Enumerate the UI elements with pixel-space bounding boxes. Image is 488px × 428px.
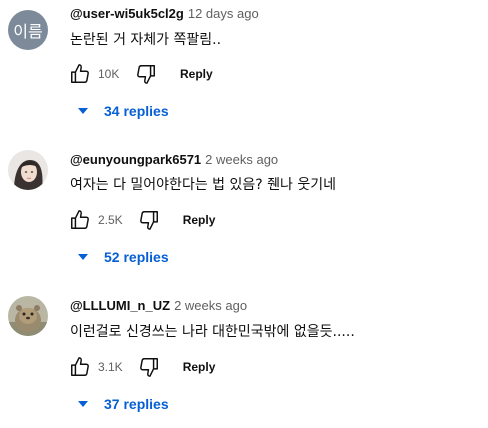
- like-count: 10K: [98, 67, 120, 81]
- like-button[interactable]: [66, 206, 94, 234]
- comment-header: @user-wi5uk5cl2g 12 days ago: [70, 6, 259, 22]
- thumbs-down-icon: [139, 358, 158, 377]
- thumbs-down-icon: [139, 211, 158, 230]
- view-replies-button[interactable]: 37 replies: [72, 392, 169, 416]
- like-button[interactable]: [66, 60, 94, 88]
- reply-button[interactable]: Reply: [183, 213, 216, 227]
- dislike-button[interactable]: [135, 353, 163, 381]
- comment-actions: 3.1K Reply: [66, 353, 215, 381]
- replies-label: 37 replies: [104, 396, 169, 412]
- like-button[interactable]: [66, 353, 94, 381]
- avatar[interactable]: [8, 296, 48, 336]
- thumbs-up-icon: [71, 357, 89, 376]
- avatar-photo: [8, 150, 48, 190]
- avatar[interactable]: 이름: [8, 10, 48, 50]
- comment-text: 여자는 다 밀어야한다는 법 있음? 줸나 웃기네: [70, 177, 336, 193]
- thumbs-up-icon: [71, 64, 89, 83]
- thumbs-down-icon: [137, 65, 155, 84]
- author-name[interactable]: @eunyoungpark6571: [70, 152, 201, 167]
- thumbs-up-icon: [71, 210, 89, 229]
- comment-text: 이런걸로 신경쓰는 나라 대한민국밖에 없을듯.....: [70, 324, 355, 340]
- comment-time[interactable]: 12 days ago: [188, 6, 259, 21]
- avatar-photo: [8, 296, 48, 336]
- comment-header: @LLLUMI_n_UZ 2 weeks ago: [70, 298, 247, 314]
- caret-down-icon: [78, 401, 88, 407]
- view-replies-button[interactable]: 34 replies: [72, 99, 169, 123]
- like-count: 2.5K: [98, 213, 123, 227]
- caret-down-icon: [78, 108, 88, 114]
- comment-actions: 2.5K Reply: [66, 206, 215, 234]
- like-count: 3.1K: [98, 360, 123, 374]
- caret-down-icon: [78, 254, 88, 260]
- replies-label: 52 replies: [104, 249, 169, 265]
- author-name[interactable]: @user-wi5uk5cl2g: [70, 6, 184, 21]
- comment-header: @eunyoungpark6571 2 weeks ago: [70, 152, 278, 168]
- dislike-button[interactable]: [132, 60, 160, 88]
- comment-time[interactable]: 2 weeks ago: [205, 152, 278, 167]
- author-name[interactable]: @LLLUMI_n_UZ: [70, 298, 170, 313]
- view-replies-button[interactable]: 52 replies: [72, 245, 169, 269]
- reply-button[interactable]: Reply: [180, 67, 213, 81]
- replies-label: 34 replies: [104, 103, 169, 119]
- reply-button[interactable]: Reply: [183, 360, 216, 374]
- comment-text: 논란된 거 자체가 쪽팔림..: [70, 32, 222, 48]
- comment-actions: 10K Reply: [66, 60, 213, 88]
- dislike-button[interactable]: [135, 206, 163, 234]
- avatar[interactable]: [8, 150, 48, 190]
- comment-time[interactable]: 2 weeks ago: [174, 298, 247, 313]
